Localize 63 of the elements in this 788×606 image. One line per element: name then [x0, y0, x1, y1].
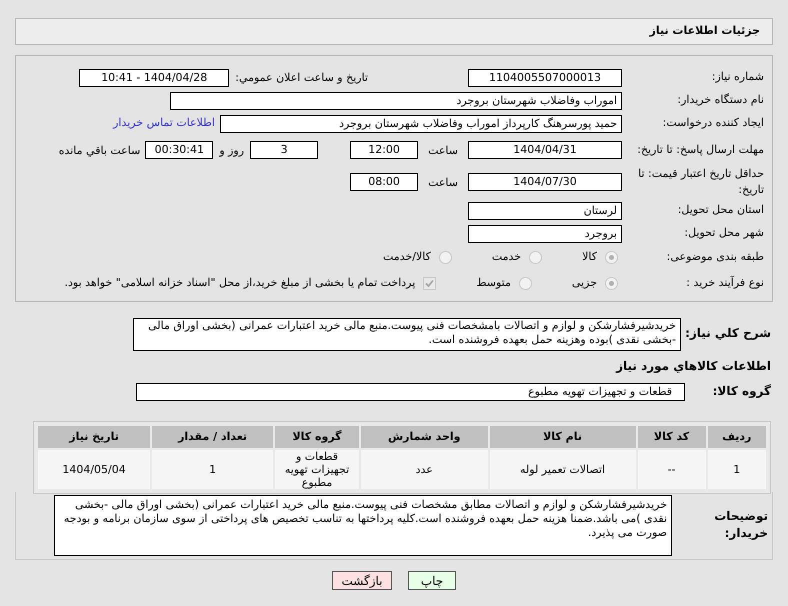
radio-button[interactable] [529, 251, 542, 264]
field-label: تاریخ و ساعت اعلان عمومي: [235, 70, 368, 85]
description-textarea[interactable]: خریدشیرفشارشکن و لوازم و اتصالات بامشخصات فنی پیوست.منبع مالی خرید اعتبارات عمرانی (بخشی اوراق مالی -بخشی نقدی )بوده وهزینه حمل بعهده فروشنده است. [133, 318, 681, 351]
text-field[interactable]: 08:00 [350, 173, 418, 191]
radio-button[interactable] [605, 277, 618, 290]
field-label: گروه کالا: [712, 384, 771, 398]
table-cell: 1 [708, 450, 766, 489]
field-label: ساعت [428, 142, 458, 158]
text-field[interactable]: قطعات و تجهیزات تهویه مطبوع [136, 383, 685, 401]
radio-button[interactable] [605, 251, 618, 264]
radio-label: متوسط [476, 275, 511, 292]
text-field[interactable]: 1404/04/28 - 10:41 [79, 68, 230, 86]
field-label: توضيحات خريدار: [714, 509, 768, 540]
field-label: ساعت باقي مانده [58, 142, 140, 158]
countdown-field[interactable]: 00:30:41 [145, 141, 214, 159]
field-label: طبقه بندی موضوعی: [666, 250, 764, 264]
field-label: حداقل تاريخ اعتبار قيمت: تا تاريخ: [638, 166, 764, 196]
text-field[interactable]: بروجرد [468, 224, 622, 242]
radio-label: کالا/خدمت [383, 249, 431, 266]
radio-label: کالا [582, 249, 597, 266]
section-heading: اطلاعات کالاهاي مورد نياز [616, 358, 771, 375]
page-title: جزئیات اطلاعات نیاز [650, 23, 760, 40]
column-header: تعداد / مقدار [152, 426, 274, 448]
column-header: واحد شمارش [361, 426, 488, 448]
text-field[interactable]: 1104005507000013 [468, 68, 622, 86]
field-label: شرح کلي نياز: [685, 326, 771, 340]
radio-label: خدمت [492, 249, 522, 266]
column-header: رديف [708, 426, 766, 448]
table-cell: قطعات و تجهیزات تهویه مطبوع [275, 450, 360, 489]
text-field[interactable]: اموراب وفاضلاب شهرستان بروجرد [170, 92, 622, 110]
radio-button[interactable] [518, 277, 532, 290]
table-cell: عدد [361, 450, 488, 489]
radio-button[interactable] [438, 251, 452, 264]
field-label: شماره نیاز: [712, 70, 764, 84]
table-cell: اتصالات تعمیر لوله [490, 450, 636, 489]
field-label: روز و [219, 142, 244, 158]
text-field[interactable]: 1404/04/31 [468, 141, 622, 159]
column-header: کد کالا [638, 426, 706, 448]
column-header: تاريخ نياز [38, 426, 150, 448]
table-cell: 1404/05/04 [38, 450, 150, 489]
column-header: نام کالا [490, 426, 636, 448]
print-button[interactable]: چاپ [408, 571, 456, 590]
back-button[interactable]: بازگشت [332, 571, 392, 590]
text-field[interactable]: 12:00 [350, 141, 418, 159]
buyer-contact-link[interactable]: اطلاعات تماس خريدار [113, 115, 215, 132]
text-field[interactable]: حمید پورسرهنگ کارپرداز اموراب وفاضلاب شهرستان بروجرد [220, 114, 622, 132]
text-field[interactable]: 3 [250, 141, 318, 159]
field-label: نوع فرآیند خرید : [686, 276, 764, 290]
text-field[interactable]: 1404/07/30 [468, 173, 622, 191]
buyer-notes-textarea[interactable]: خریدشیرفشارشکن و لوازم و اتصالات مطابق مشخصات فنی پیوست.منبع مالی خرید اعتبارات عمرانی (بخشی اوراق مالی -بخشی نقدی )می باشد.ضمنا هزینه حمل بعهده فروشنده است.کلیه پرداختها به تناسب تخصیص های پرداختی از سوی سازمان برنامه و بودجه صورت می پذیرد. [54, 495, 672, 556]
radio-label: جزیی [572, 275, 597, 292]
field-label: نام دستگاه خريدار: [677, 93, 764, 106]
field-label: ايجاد کننده درخواست: [662, 116, 764, 130]
field-label: مهلت ارسال پاسخ: تا تاريخ: [637, 142, 764, 156]
text-field[interactable]: لرستان [468, 202, 622, 220]
field-label: شهر محل تحويل: [684, 226, 764, 240]
table-cell: -- [638, 450, 706, 489]
column-header: گروه کالا [275, 426, 360, 448]
checkbox-label: پرداخت تمام يا بخشی از مبلغ خريد،از محل "اسناد خزانه اسلامی" خواهد بود. [64, 275, 416, 292]
field-label: ساعت [428, 174, 458, 190]
checkbox[interactable] [423, 277, 436, 290]
field-label: استان محل تحويل: [678, 203, 764, 216]
table-cell: 1 [152, 450, 274, 489]
